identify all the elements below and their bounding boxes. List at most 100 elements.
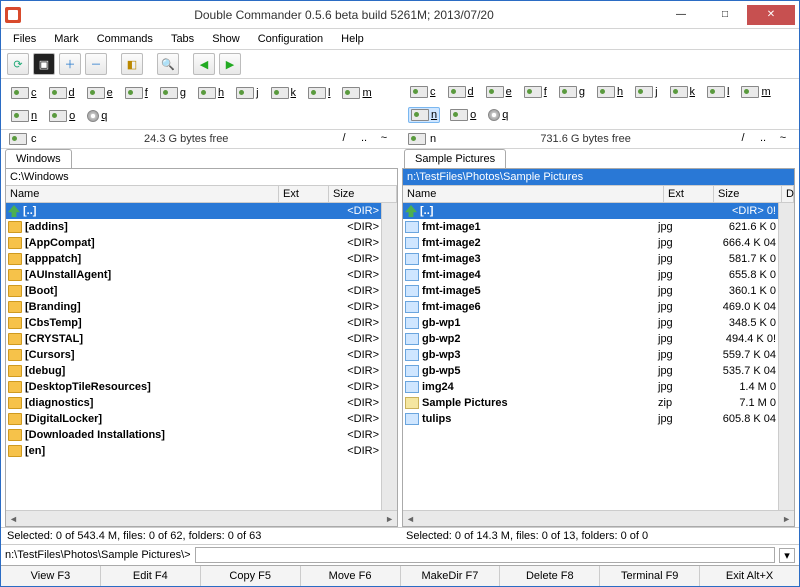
drive-n[interactable]: n — [9, 108, 39, 123]
file-row[interactable]: [addins]<DIR> — [6, 219, 381, 235]
cmd-input[interactable] — [195, 547, 775, 563]
file-row[interactable]: tulipsjpg605.8 K 04 — [403, 411, 778, 427]
drive-m[interactable]: m — [340, 85, 373, 100]
search-button[interactable]: 🔍 — [157, 53, 179, 75]
right-pathbar[interactable]: n:\TestFiles\Photos\Sample Pictures — [403, 169, 794, 186]
drive-q[interactable]: q — [85, 108, 109, 123]
drive-e[interactable]: e — [484, 85, 514, 99]
file-row[interactable]: [DigitalLocker]<DIR> — [6, 411, 381, 427]
file-row[interactable]: [CbsTemp]<DIR> — [6, 315, 381, 331]
right-vscrollbar[interactable] — [778, 203, 794, 510]
file-row[interactable]: [diagnostics]<DIR> — [6, 395, 381, 411]
file-row[interactable]: fmt-image4jpg655.8 K 0 — [403, 267, 778, 283]
drive-l[interactable]: l — [705, 85, 731, 99]
left-up-button[interactable]: .. — [356, 132, 372, 146]
drive-j[interactable]: j — [633, 85, 659, 99]
file-row[interactable]: fmt-image1jpg621.6 K 0 — [403, 219, 778, 235]
file-row[interactable]: img24jpg1.4 M 0 — [403, 379, 778, 395]
col-size[interactable]: Size — [329, 186, 397, 202]
file-row[interactable]: [AUInstallAgent]<DIR> — [6, 267, 381, 283]
drive-m[interactable]: m — [739, 85, 772, 99]
forward-button[interactable]: ▶ — [219, 53, 241, 75]
refresh-button[interactable]: ⟳ — [7, 53, 29, 75]
file-row[interactable]: fmt-image2jpg666.4 K 04 — [403, 235, 778, 251]
col-name[interactable]: Name — [6, 186, 279, 202]
drive-d[interactable]: d — [47, 85, 77, 100]
drive-f[interactable]: f — [522, 85, 549, 99]
menu-tabs[interactable]: Tabs — [163, 31, 202, 47]
right-root-button[interactable]: / — [735, 132, 751, 146]
func-exit[interactable]: Exit Alt+X — [700, 566, 799, 586]
cmd-dropdown[interactable]: ▾ — [779, 548, 795, 563]
menu-help[interactable]: Help — [333, 31, 372, 47]
drive-d[interactable]: d — [446, 85, 476, 99]
differ-button[interactable]: ◧ — [121, 53, 143, 75]
drive-g[interactable]: g — [158, 85, 188, 100]
remove-button[interactable]: － — [85, 53, 107, 75]
file-row[interactable]: [CRYSTAL]<DIR> — [6, 331, 381, 347]
drive-c[interactable]: c — [9, 85, 39, 100]
left-vscrollbar[interactable] — [381, 203, 397, 510]
file-row[interactable]: [Downloaded Installations]<DIR> — [6, 427, 381, 443]
left-tab[interactable]: Windows — [5, 149, 72, 168]
minimize-button[interactable]: — — [659, 5, 703, 25]
col-ext[interactable]: Ext — [664, 186, 714, 202]
left-hscrollbar[interactable] — [6, 510, 397, 526]
func-copy[interactable]: Copy F5 — [201, 566, 301, 586]
func-makedir[interactable]: MakeDir F7 — [401, 566, 501, 586]
file-row[interactable]: [apppatch]<DIR> — [6, 251, 381, 267]
drive-k[interactable]: k — [668, 85, 698, 99]
drive-n[interactable]: n — [408, 107, 440, 123]
drive-o[interactable]: o — [47, 108, 77, 123]
drive-l[interactable]: l — [306, 85, 332, 100]
file-row[interactable]: [debug]<DIR> — [6, 363, 381, 379]
terminal-button[interactable]: ▣ — [33, 53, 55, 75]
func-terminal[interactable]: Terminal F9 — [600, 566, 700, 586]
col-date[interactable]: D — [782, 186, 794, 202]
file-row[interactable]: [..]<DIR> 0! — [403, 203, 778, 219]
add-button[interactable]: ＋ — [59, 53, 81, 75]
menu-mark[interactable]: Mark — [46, 31, 86, 47]
drive-e[interactable]: e — [85, 85, 115, 100]
left-column-headers[interactable]: Name Ext Size — [6, 186, 397, 203]
file-row[interactable]: [Branding]<DIR> — [6, 299, 381, 315]
file-row[interactable]: [Cursors]<DIR> — [6, 347, 381, 363]
file-row[interactable]: gb-wp2jpg494.4 K 0! — [403, 331, 778, 347]
col-size[interactable]: Size — [714, 186, 782, 202]
drive-c[interactable]: c — [408, 85, 438, 99]
file-row[interactable]: fmt-image3jpg581.7 K 0 — [403, 251, 778, 267]
left-home-button[interactable]: ~ — [376, 132, 392, 146]
file-row[interactable]: gb-wp3jpg559.7 K 04 — [403, 347, 778, 363]
file-row[interactable]: fmt-image6jpg469.0 K 04 — [403, 299, 778, 315]
close-button[interactable]: ✕ — [747, 5, 795, 25]
col-ext[interactable]: Ext — [279, 186, 329, 202]
left-file-list[interactable]: [..]<DIR>[addins]<DIR>[AppCompat]<DIR>[a… — [6, 203, 381, 510]
left-current-drive[interactable]: c — [31, 133, 37, 145]
file-row[interactable]: [DesktopTileResources]<DIR> — [6, 379, 381, 395]
drive-q[interactable]: q — [486, 107, 510, 123]
right-hscrollbar[interactable] — [403, 510, 794, 526]
file-row[interactable]: [..]<DIR> — [6, 203, 381, 219]
file-row[interactable]: gb-wp1jpg348.5 K 0 — [403, 315, 778, 331]
menu-files[interactable]: Files — [5, 31, 44, 47]
file-row[interactable]: Sample Pictureszip7.1 M 0 — [403, 395, 778, 411]
col-name[interactable]: Name — [403, 186, 664, 202]
drive-k[interactable]: k — [269, 85, 299, 100]
menu-configuration[interactable]: Configuration — [250, 31, 331, 47]
right-column-headers[interactable]: Name Ext Size D — [403, 186, 794, 203]
drive-g[interactable]: g — [557, 85, 587, 99]
func-delete[interactable]: Delete F8 — [500, 566, 600, 586]
right-tab[interactable]: Sample Pictures — [404, 149, 506, 168]
right-home-button[interactable]: ~ — [775, 132, 791, 146]
maximize-button[interactable]: □ — [703, 5, 747, 25]
file-row[interactable]: [Boot]<DIR> — [6, 283, 381, 299]
right-up-button[interactable]: .. — [755, 132, 771, 146]
menu-commands[interactable]: Commands — [89, 31, 161, 47]
file-row[interactable]: fmt-image5jpg360.1 K 0 — [403, 283, 778, 299]
menu-show[interactable]: Show — [204, 31, 248, 47]
drive-o[interactable]: o — [448, 107, 478, 123]
func-edit[interactable]: Edit F4 — [101, 566, 201, 586]
file-row[interactable]: [en]<DIR> — [6, 443, 381, 459]
back-button[interactable]: ◀ — [193, 53, 215, 75]
file-row[interactable]: gb-wp5jpg535.7 K 04 — [403, 363, 778, 379]
